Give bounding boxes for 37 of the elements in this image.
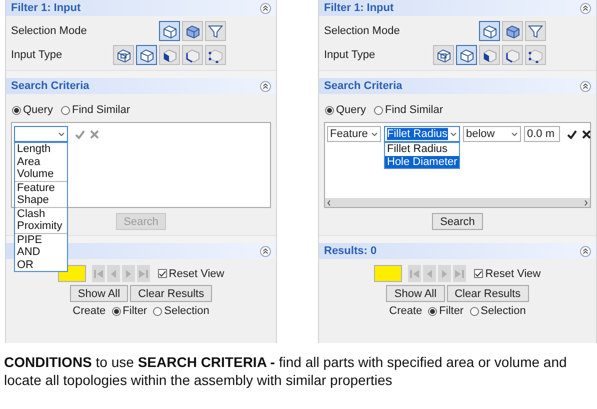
action-button[interactable]: Show All — [70, 285, 128, 302]
radio-button[interactable]: Query — [12, 104, 53, 116]
section-title: Search Criteria — [11, 80, 90, 92]
section-header[interactable]: Filter 1: Input — [6, 0, 276, 16]
section-title: Search Criteria — [324, 80, 402, 92]
section-title: Filter 1: Input — [324, 2, 394, 14]
create-label: Create — [389, 305, 422, 317]
row-label: Selection Mode — [11, 25, 88, 37]
radio-button[interactable]: Find Similar — [374, 104, 444, 116]
radio-button[interactable]: Query — [325, 104, 366, 116]
row-label: Input Type — [324, 49, 376, 61]
create-label: Create — [72, 305, 106, 317]
caption: CONDITIONS to use SEARCH CRITERIA - find all parts with specified area or volume and locate all topologies within the assembly with similar properties — [4, 353, 568, 389]
radio-button[interactable]: Selection — [470, 305, 526, 317]
section-title: Results: 0 — [324, 245, 377, 257]
checkbox[interactable]: Reset View — [158, 268, 224, 280]
search-button[interactable]: Search — [432, 213, 483, 230]
radio-button[interactable]: Filter — [428, 305, 464, 317]
radio-button[interactable]: Find Similar — [60, 104, 130, 116]
section-header[interactable]: Search Criteria — [319, 78, 596, 94]
section-title: Filter 1: Input — [11, 2, 81, 14]
radio-button[interactable]: Filter — [112, 305, 148, 317]
section-header[interactable]: Search Criteria — [6, 78, 276, 94]
dropdown-field[interactable]: Feature — [327, 126, 381, 142]
action-button[interactable]: Clear Results — [446, 285, 529, 302]
dropdown-field[interactable]: Fillet Radius — [384, 126, 460, 142]
action-button[interactable]: Clear Results — [130, 285, 212, 302]
radio-button[interactable]: Selection — [153, 305, 210, 317]
row-label: Selection Mode — [324, 25, 401, 37]
value-field[interactable]: 0.0 m — [524, 126, 560, 142]
section-header[interactable]: Results: 0 — [319, 243, 596, 259]
action-button[interactable]: Show All — [386, 285, 445, 302]
section-header[interactable]: Filter 1: Input — [319, 0, 596, 16]
dropdown-field[interactable]: below — [463, 126, 521, 142]
checkbox[interactable]: Reset View — [474, 268, 541, 280]
dropdown-option[interactable]: Hole Diameter — [385, 156, 460, 168]
row-label: Input Type — [11, 49, 64, 61]
